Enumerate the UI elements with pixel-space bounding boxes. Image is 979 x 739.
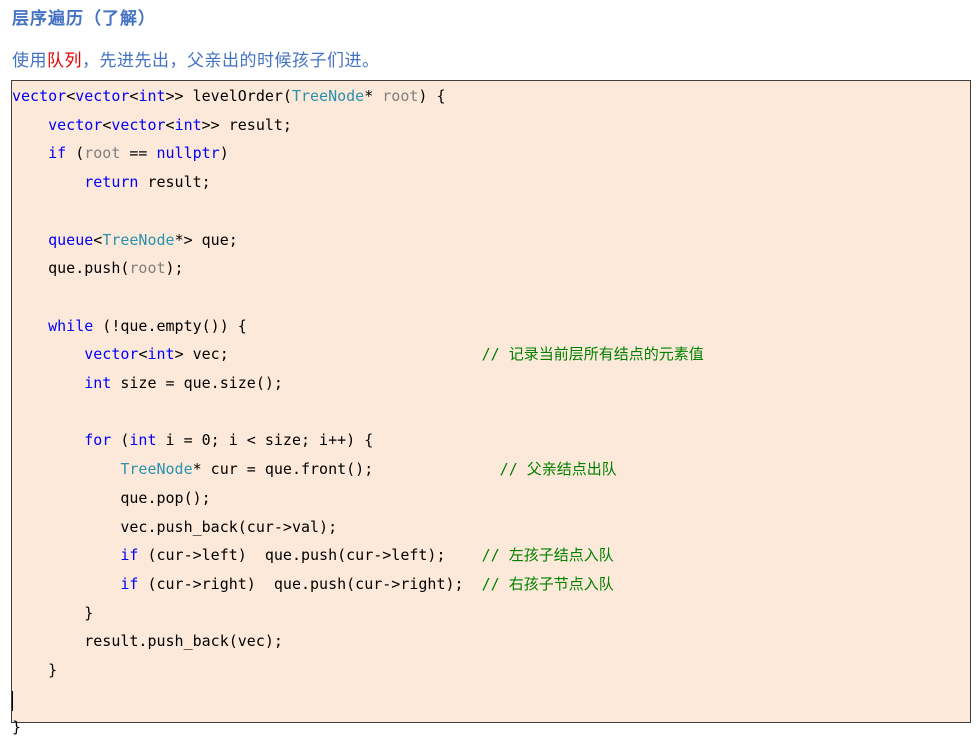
code-token: (!que.empty()) {	[93, 316, 247, 335]
code-comment: // 记录当前层所有结点的元素值	[481, 345, 704, 364]
code-token: <	[165, 115, 175, 134]
code-token: >> levelOrder(	[165, 87, 292, 105]
code-token: if	[120, 546, 139, 565]
code-token: )	[219, 144, 229, 163]
code-line: TreeNode* cur = que.front(); // 父亲结点出队	[12, 457, 617, 481]
code-token: root	[382, 87, 419, 105]
code-line: }	[12, 715, 21, 739]
code-token: > vec;	[174, 345, 482, 364]
code-line: if (root == nullptr)	[12, 141, 229, 165]
intro-highlight: 队列	[47, 51, 82, 71]
code-token: TreeNode	[120, 460, 193, 479]
code-line: vector<vector<int>> levelOrder(TreeNode*…	[12, 84, 446, 108]
code-token: <	[102, 115, 112, 134]
code-block: vector<vector<int>> levelOrder(TreeNode*…	[11, 80, 971, 736]
code-token: <	[93, 230, 103, 249]
code-line: que.push(root);	[12, 256, 184, 280]
code-token: result.push_back(vec);	[12, 632, 283, 651]
code-line: for (int i = 0; i < size; i++) {	[12, 428, 373, 452]
code-line: }	[12, 601, 93, 625]
code-token: ) {	[418, 87, 446, 105]
intro-prefix: 使用	[12, 51, 47, 71]
code-token: vec.push_back(cur->val);	[12, 517, 338, 536]
code-token: int	[138, 87, 166, 105]
code-comment: // 右孩子节点入队	[481, 574, 614, 593]
code-comment: // 父亲结点出队	[499, 460, 617, 479]
code-token: que.pop();	[12, 488, 211, 507]
code-comment: // 左孩子结点入队	[481, 546, 614, 565]
code-token: <	[66, 87, 76, 105]
code-line: vector<vector<int>> result;	[12, 113, 292, 137]
code-line: queue<TreeNode*> que;	[12, 228, 238, 252]
code-token: while	[48, 316, 94, 335]
code-token: i = 0; i < size; i++) {	[156, 431, 374, 450]
code-token: que.push(	[12, 259, 130, 278]
code-token: (cur->right) que.push(cur->right);	[138, 574, 482, 593]
code-line: vector<int> vec; // 记录当前层所有结点的元素值	[12, 342, 704, 366]
code-token: }	[12, 661, 58, 679]
code-token: root	[129, 259, 166, 278]
code-line: if (cur->right) que.push(cur->right); //…	[12, 572, 614, 596]
code-token: int	[174, 115, 202, 134]
code-token: >> result;	[201, 115, 292, 134]
code-token: vector	[12, 87, 67, 105]
code-token: }	[12, 718, 22, 737]
code-token: int	[129, 431, 157, 450]
code-token: if	[120, 574, 139, 593]
code-token: TreeNode	[102, 230, 175, 249]
code-line: result.push_back(vec);	[12, 629, 283, 653]
code-token: vector	[111, 115, 166, 134]
code-token: queue	[48, 230, 94, 249]
code-token: );	[165, 259, 184, 278]
code-line: vec.push_back(cur->val);	[12, 515, 337, 539]
code-line: int size = que.size();	[12, 371, 283, 395]
code-token: vector	[84, 345, 139, 364]
code-token: }	[12, 603, 94, 622]
text-cursor	[12, 691, 13, 711]
code-token: nullptr	[156, 144, 220, 163]
code-token: size = que.size();	[111, 374, 283, 392]
code-token: *	[364, 87, 383, 105]
intro-paragraph: 使用队列，先进先出，父亲出的时候孩子们进。	[12, 46, 380, 71]
code-token: int	[147, 345, 175, 364]
code-token: result;	[138, 173, 211, 192]
code-token: (	[111, 431, 130, 450]
code-token: (cur->left) que.push(cur->left);	[138, 546, 482, 565]
intro-suffix: ，先进先出，父亲出的时候孩子们进。	[82, 51, 380, 71]
code-token: TreeNode	[291, 87, 365, 105]
code-line: que.pop();	[12, 486, 211, 510]
code-token: root	[84, 144, 121, 163]
code-line: while (!que.empty()) {	[12, 314, 247, 338]
code-token: int	[84, 374, 112, 392]
code-token: vector	[75, 87, 130, 105]
code-token: ==	[120, 144, 157, 163]
code-line: return result;	[12, 170, 211, 194]
code-token: vector	[48, 115, 103, 134]
code-token: return	[84, 173, 139, 192]
code-token: *> que;	[174, 230, 238, 249]
section-heading: 层序遍历（了解）	[12, 9, 156, 29]
code-token: if	[48, 144, 67, 163]
code-token: (	[66, 144, 85, 163]
code-token: for	[84, 431, 112, 450]
code-line: }	[12, 658, 57, 682]
code-token: * cur = que.front();	[192, 460, 500, 479]
code-line: if (cur->left) que.push(cur->left); // 左…	[12, 543, 614, 567]
